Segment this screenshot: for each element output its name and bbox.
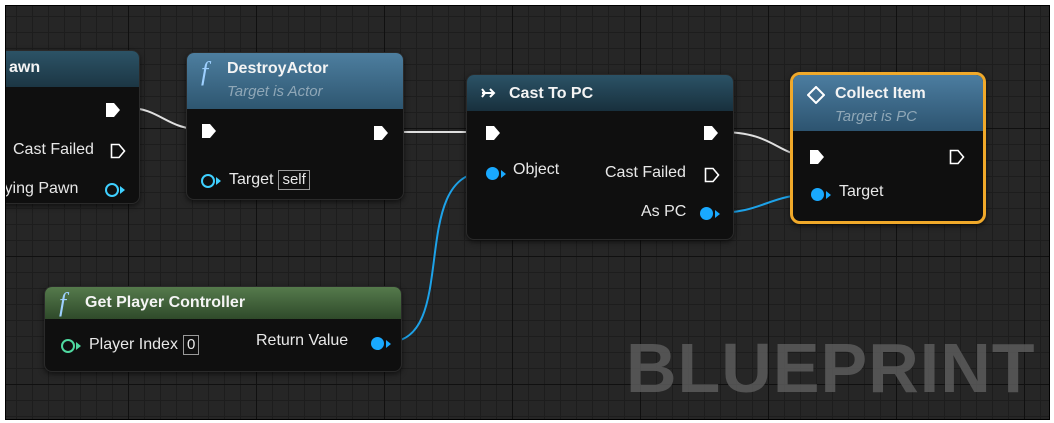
node-header: awn	[6, 51, 139, 87]
target-default-value[interactable]: self	[278, 170, 310, 190]
pin-label-object: Object	[513, 161, 560, 178]
node-get-player-controller[interactable]: f Get Player Controller Player Index 0 Re…	[44, 286, 402, 372]
object-out-pin-icon[interactable]	[700, 207, 713, 220]
node-header: Collect Item Target is PC	[793, 75, 983, 131]
player-index-value[interactable]: 0	[182, 335, 200, 355]
target-pin-icon[interactable]	[811, 188, 824, 201]
pin-arrow-icon	[715, 210, 720, 218]
exec-out-hollow-pin-icon[interactable]	[704, 167, 720, 183]
exec-out-pin-icon[interactable]	[105, 102, 121, 118]
node-title: Get Player Controller	[85, 294, 246, 311]
pin-label-target: Target	[839, 183, 884, 200]
pin-label-target: Target self	[229, 170, 310, 190]
node-subtitle: Target is PC	[835, 108, 917, 125]
pin-arrow-icon	[501, 170, 506, 178]
pin-label-cast-failed: Cast Failed	[13, 141, 94, 158]
pin-label-player-index: Player Index 0	[89, 335, 200, 355]
node-title: Collect Item	[835, 85, 926, 102]
function-icon: f	[201, 57, 209, 86]
node-collect-item[interactable]: Collect Item Target is PC Target	[790, 72, 986, 224]
node-header: f DestroyActor Target is Actor	[187, 53, 403, 109]
blueprint-graph-canvas[interactable]: BLUEPRINT awn Cast Failed lying Pawn f D…	[6, 6, 1050, 420]
node-destroy-actor[interactable]: f DestroyActor Target is Actor Target sel…	[186, 52, 404, 200]
pin-label-pawn-out: lying Pawn	[6, 180, 79, 197]
exec-in-pin-icon[interactable]	[485, 125, 501, 141]
pin-arrow-icon	[826, 191, 831, 199]
function-icon: f	[59, 288, 67, 317]
node-header: Cast To PC	[467, 75, 733, 111]
pin-arrow-icon	[120, 186, 125, 194]
node-cast-to-pc[interactable]: Cast To PC Object Cast Failed As PC	[466, 74, 734, 240]
pin-label-as-pc: As PC	[641, 203, 687, 220]
node-title: awn	[9, 59, 41, 76]
pin-label-cast-failed: Cast Failed	[605, 164, 686, 181]
exec-out-hollow-pin-icon[interactable]	[949, 149, 965, 165]
diamond-icon	[807, 86, 825, 104]
node-title: DestroyActor	[227, 60, 329, 77]
exec-in-pin-icon[interactable]	[809, 149, 825, 165]
target-pin-icon[interactable]	[201, 174, 215, 188]
exec-out-pin-icon[interactable]	[373, 125, 389, 141]
object-out-pin-icon[interactable]	[105, 183, 119, 197]
exec-out-hollow-pin-icon[interactable]	[110, 143, 126, 159]
node-header: f Get Player Controller	[45, 287, 401, 319]
pin-label-return-value: Return Value	[256, 332, 349, 349]
exec-in-pin-icon[interactable]	[201, 123, 217, 139]
node-title: Cast To PC	[509, 85, 594, 102]
node-subtitle: Target is Actor	[227, 83, 323, 100]
pin-arrow-icon	[386, 340, 391, 348]
node-pawn-cast[interactable]: awn Cast Failed lying Pawn	[6, 50, 140, 204]
pin-arrow-icon	[76, 342, 81, 350]
player-index-pin-icon[interactable]	[61, 339, 75, 353]
exec-out-pin-icon[interactable]	[703, 125, 719, 141]
cast-arrow-icon	[481, 88, 496, 98]
pin-arrow-icon	[216, 177, 221, 185]
object-in-pin-icon[interactable]	[486, 167, 499, 180]
return-value-pin-icon[interactable]	[371, 337, 384, 350]
